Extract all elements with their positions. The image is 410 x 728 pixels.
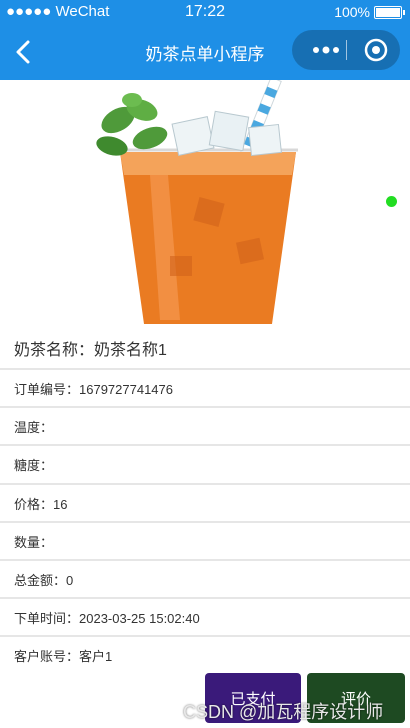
capsule-divider	[346, 40, 347, 60]
order-number: 订单编号：1679727741476	[14, 382, 173, 397]
sweetness-row: 糖度：	[0, 444, 410, 480]
product-name: 奶茶名称：奶茶名称1	[14, 342, 167, 359]
customer-account-row: 客户账号：客户1	[0, 635, 410, 671]
mini-program-capsule	[292, 30, 400, 70]
sweetness: 糖度：	[14, 458, 54, 473]
review-button[interactable]: 评价	[307, 673, 405, 723]
order-time-row: 下单时间：2023-03-25 15:02:40	[0, 597, 410, 633]
price: 价格：16	[14, 497, 68, 512]
more-button[interactable]	[306, 30, 346, 70]
more-dots-icon	[313, 46, 339, 54]
quantity: 数量：	[14, 535, 54, 550]
battery-percent: 100%	[334, 4, 370, 20]
order-time: 下单时间：2023-03-25 15:02:40	[14, 611, 200, 626]
indicator-dot	[386, 196, 397, 207]
customer-account: 客户账号：客户1	[14, 649, 113, 664]
order-number-row: 订单编号：1679727741476	[0, 368, 410, 404]
battery-icon	[374, 6, 405, 19]
product-image	[0, 76, 410, 326]
target-circle-icon	[364, 38, 388, 62]
paid-button[interactable]: 已支付	[205, 673, 301, 723]
total-amount: 总金额：0	[14, 573, 74, 588]
temperature-row: 温度：	[0, 406, 410, 442]
nav-bar: 奶茶点单小程序	[0, 24, 410, 80]
price-row: 价格：16	[0, 483, 410, 519]
temperature: 温度：	[14, 420, 54, 435]
close-mini-program-button[interactable]	[356, 30, 396, 70]
total-amount-row: 总金额：0	[0, 559, 410, 595]
status-bar: ●●●●● WeChat 17:22 100%	[0, 0, 410, 24]
quantity-row: 数量：	[0, 521, 410, 557]
